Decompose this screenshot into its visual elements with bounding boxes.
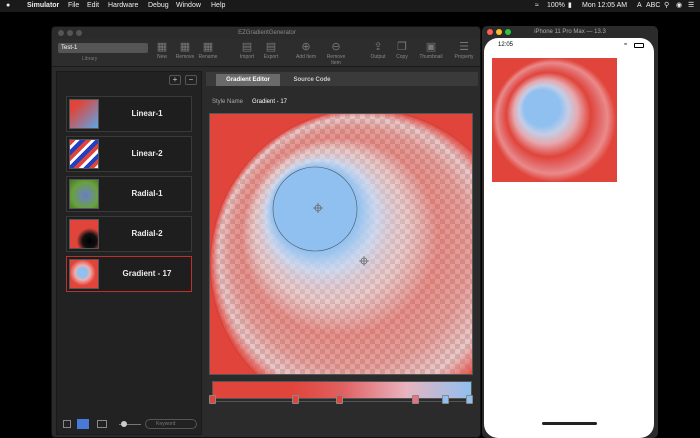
toolbar-button-label: Output (370, 54, 386, 60)
gradient-thumbnail (69, 179, 99, 209)
toolbar-copy-button[interactable]: ❐ Copy (388, 41, 416, 60)
library-label: Library (82, 56, 98, 62)
rename-icon: ▦ (202, 41, 214, 53)
gradient-thumbnail (69, 259, 99, 289)
new-icon: ▦ (156, 41, 168, 53)
input-source-icon[interactable]: A (637, 0, 642, 12)
toolbar: Test-1 Library ▦ New ▦ Remove ▦ Rename ▤ Import… (52, 39, 480, 67)
menu-debug[interactable]: Debug (148, 0, 169, 12)
toolbar-button-label: Import (239, 54, 255, 60)
signal-icon: ≈ (624, 42, 628, 48)
list-item-label: Gradient - 17 (122, 269, 172, 278)
menu-edit[interactable]: Edit (87, 0, 99, 12)
document-name-field[interactable]: Test-1 (58, 43, 148, 53)
menu-clock[interactable]: Mon 12:05 AM (582, 0, 627, 12)
simulator-title: iPhone 11 Pro Max — 13.3 (534, 29, 606, 35)
color-stop-handle[interactable] (292, 395, 299, 404)
window-title: EZGradientGenerator (238, 30, 296, 36)
export-icon: ▤ (265, 41, 277, 53)
list-item-label: Radial-2 (131, 229, 163, 238)
list-icon: ☰ (459, 41, 469, 53)
home-indicator[interactable] (542, 422, 597, 425)
notification-icon[interactable]: ☰ (688, 0, 694, 12)
list-item-label: Linear-2 (131, 149, 163, 158)
menu-hardware[interactable]: Hardware (108, 0, 138, 12)
color-stop-handle[interactable] (442, 395, 449, 404)
input-source-label[interactable]: ABC (646, 0, 660, 12)
minus-circle-icon: ⊖ (331, 41, 341, 53)
color-stop-handle[interactable] (412, 395, 419, 404)
search-icon[interactable]: ⚲ (664, 0, 669, 12)
wifi-icon[interactable]: ≈ (535, 0, 539, 12)
status-time: 12:05 (498, 42, 514, 48)
list-item-selected[interactable]: Gradient - 17 (66, 256, 192, 292)
import-icon: ▤ (241, 41, 253, 53)
device-screen[interactable]: 12:05 ≈ (484, 38, 654, 438)
toolbar-button-label: Remove (175, 54, 195, 60)
menu-help[interactable]: Help (211, 0, 225, 12)
color-stop-handle[interactable] (466, 395, 473, 404)
gradient-thumbnail (69, 99, 99, 129)
style-name-row: Style Name Gradient - 17 (206, 97, 478, 109)
siri-icon[interactable]: ◉ (676, 0, 682, 12)
list-item[interactable]: Linear-1 (66, 96, 192, 132)
list-item[interactable]: Radial-1 (66, 176, 192, 212)
size-slider-knob[interactable] (121, 421, 127, 427)
remove-icon: ▦ (179, 41, 191, 53)
list-item[interactable]: Linear-2 (66, 136, 192, 172)
keyword-search-field[interactable]: Keyword (145, 419, 197, 429)
toolbar-button-label: Property (454, 54, 474, 60)
remove-gradient-button[interactable]: − (185, 75, 197, 85)
tab-gradient-editor[interactable]: Gradient Editor (216, 74, 280, 86)
copy-icon: ❐ (397, 41, 407, 53)
simulator-window: iPhone 11 Pro Max — 13.3 12:05 ≈ (482, 26, 658, 438)
menu-app-name[interactable]: Simulator (27, 0, 59, 12)
list-view-icon[interactable] (77, 419, 89, 429)
toolbar-property-button[interactable]: ☰ Property (450, 41, 478, 60)
tab-source-code[interactable]: Source Code (280, 74, 344, 86)
toolbar-rename-button[interactable]: ▦ Rename (194, 41, 222, 60)
apple-menu-icon[interactable]: ● (6, 0, 10, 12)
menu-bar: ● Simulator File Edit Hardware Debug Win… (0, 0, 700, 12)
gradient-render (492, 58, 617, 182)
sidebar-footer: Keyword (57, 416, 203, 434)
gradient-library-list: + − Linear-1 Linear-2 Radial-1 Radial-2 … (56, 71, 202, 435)
toolbar-button-label: Add Item (295, 54, 316, 60)
battery-icon (634, 43, 644, 48)
output-icon: ⇪ (373, 41, 383, 53)
toolbar-button-label: Export (263, 54, 279, 60)
toolbar-button-label: New (156, 54, 167, 60)
battery-icon: ▮ (568, 2, 572, 9)
color-stop-handle[interactable] (336, 395, 343, 404)
toolbar-button-label: Rename (198, 54, 218, 60)
toolbar-button-label: Remove Item (326, 54, 346, 66)
add-gradient-button[interactable]: + (169, 75, 181, 85)
menu-file[interactable]: File (68, 0, 79, 12)
toolbar-button-label: Copy (396, 54, 408, 60)
color-stop-handle[interactable] (209, 395, 216, 404)
gradient-canvas[interactable] (209, 113, 473, 375)
image-icon: ▣ (425, 41, 437, 53)
style-name-label: Style Name (212, 99, 244, 105)
list-item-label: Radial-1 (131, 189, 163, 198)
plus-circle-icon: ⊕ (301, 41, 311, 53)
menu-window[interactable]: Window (176, 0, 201, 12)
thumbnail-size-icon[interactable] (97, 420, 107, 428)
style-name-field[interactable]: Gradient - 17 (252, 99, 287, 105)
grid-view-icon[interactable] (63, 420, 71, 428)
toolbar-button-label: Thumbnail (419, 54, 443, 60)
toolbar-export-button[interactable]: ▤ Export (257, 41, 285, 60)
gradient-preview (210, 114, 472, 374)
list-item[interactable]: Radial-2 (66, 216, 192, 252)
toolbar-thumbnail-button[interactable]: ▣ Thumbnail (417, 41, 445, 60)
gradient-thumbnail (69, 139, 99, 169)
toolbar-remove-item-button[interactable]: ⊖ Remove Item (322, 41, 350, 66)
list-item-label: Linear-1 (131, 109, 163, 118)
battery-percent[interactable]: 100% (547, 0, 565, 12)
main-window: EZGradientGenerator Test-1 Library ▦ New ▦… (51, 26, 481, 438)
gradient-thumbnail (69, 219, 99, 249)
editor-tabs: Gradient Editor Source Code (206, 72, 478, 86)
toolbar-add-item-button[interactable]: ⊕ Add Item (292, 41, 320, 60)
